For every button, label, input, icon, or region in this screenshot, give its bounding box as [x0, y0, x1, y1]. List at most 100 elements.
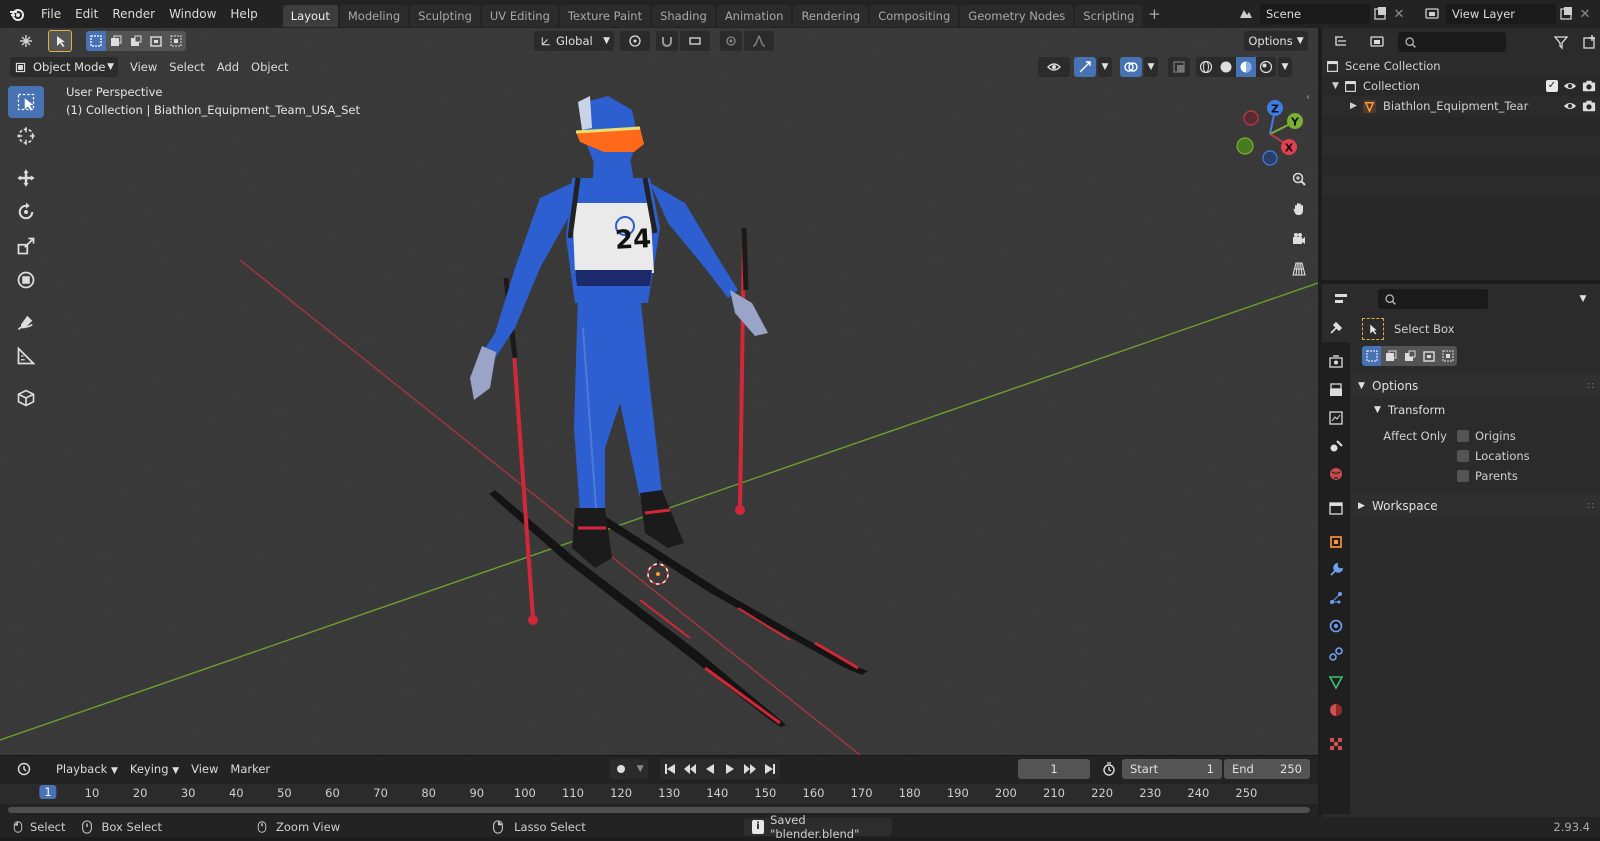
- start-frame-field[interactable]: Start 1: [1122, 759, 1222, 779]
- viewport-menu-select[interactable]: Select: [163, 57, 210, 77]
- properties-search-input[interactable]: [1378, 289, 1488, 309]
- transform-orientation-dropdown[interactable]: Global ▼: [534, 31, 614, 51]
- editor-type-selector[interactable]: [8, 31, 44, 51]
- preview-range-icon[interactable]: [1098, 759, 1120, 779]
- options-panel-header[interactable]: ▼ Options ∷: [1352, 374, 1600, 398]
- outliner-row-scene-collection[interactable]: Scene Collection: [1322, 56, 1600, 76]
- scene-name-field[interactable]: Scene: [1260, 4, 1370, 24]
- tool-measure[interactable]: [8, 340, 44, 372]
- new-view-layer-icon[interactable]: [1556, 4, 1576, 24]
- properties-options-dropdown[interactable]: ▼: [1572, 289, 1594, 309]
- tab-geometry-nodes[interactable]: Geometry Nodes: [960, 4, 1074, 27]
- tab-world[interactable]: [1322, 460, 1350, 488]
- tab-particles[interactable]: [1322, 584, 1350, 612]
- tab-compositing[interactable]: Compositing: [870, 4, 959, 27]
- gizmo-toggle[interactable]: [1074, 57, 1096, 77]
- camera-icon[interactable]: [1582, 79, 1596, 93]
- tab-layout[interactable]: Layout: [282, 4, 338, 27]
- auto-keying-toggle[interactable]: [610, 759, 633, 779]
- object-mode-dropdown[interactable]: Object Mode ▼: [10, 57, 118, 77]
- view-layer-selector[interactable]: View Layer ✕: [1418, 4, 1594, 24]
- tab-output[interactable]: [1322, 376, 1350, 404]
- tab-modifiers[interactable]: [1322, 556, 1350, 584]
- overlays-dropdown-icon[interactable]: ▼: [1144, 57, 1158, 77]
- expand-arrow-icon[interactable]: ▶: [1350, 101, 1362, 111]
- status-message[interactable]: i Saved "blender.blend": [743, 813, 892, 841]
- proportional-edit-toggle[interactable]: [720, 31, 742, 51]
- tab-uv-editing[interactable]: UV Editing: [481, 4, 558, 27]
- tool-mode-new-icon[interactable]: [1362, 346, 1381, 366]
- tab-shading[interactable]: Shading: [652, 4, 715, 27]
- viewport-menu-add[interactable]: Add: [211, 57, 245, 77]
- perspective-toggle-icon[interactable]: [1285, 255, 1313, 283]
- view-layer-name-field[interactable]: View Layer: [1446, 4, 1556, 24]
- select-tool-icon[interactable]: [48, 30, 72, 52]
- display-mode-dropdown[interactable]: [1362, 32, 1392, 52]
- tab-data[interactable]: [1322, 668, 1350, 696]
- timeline-menu-playback[interactable]: Playback ▼: [50, 759, 124, 779]
- tool-mode-extend-icon[interactable]: [1381, 346, 1400, 366]
- menu-render[interactable]: Render: [105, 0, 162, 28]
- timeline-menu-marker[interactable]: Marker: [224, 759, 276, 779]
- jump-end-icon[interactable]: [760, 759, 781, 779]
- tool-move[interactable]: [8, 162, 44, 194]
- delete-view-layer-icon[interactable]: ✕: [1576, 4, 1594, 24]
- tool-mode-difference-icon[interactable]: [1419, 346, 1438, 366]
- sidebar-toggle-icon[interactable]: ‹: [1306, 92, 1318, 108]
- tab-constraints[interactable]: [1322, 640, 1350, 668]
- delete-scene-icon[interactable]: ✕: [1390, 4, 1408, 24]
- visibility-dropdown[interactable]: [1038, 57, 1070, 77]
- outliner-search-input[interactable]: [1398, 32, 1506, 52]
- tool-select-box[interactable]: [8, 86, 44, 118]
- select-mode-group[interactable]: [86, 31, 186, 51]
- scene-icon[interactable]: [1232, 4, 1260, 24]
- jump-keyframe-back-icon[interactable]: [680, 759, 701, 779]
- menu-window[interactable]: Window: [162, 0, 223, 28]
- select-mode-extend-icon[interactable]: [106, 31, 126, 51]
- pivot-point-dropdown[interactable]: [620, 31, 650, 51]
- tool-add-cube[interactable]: [8, 382, 44, 414]
- properties-editor-type[interactable]: [1326, 289, 1356, 309]
- outliner-row-collection[interactable]: ▼ Collection ✓: [1322, 76, 1600, 96]
- jump-start-icon[interactable]: [660, 759, 681, 779]
- tab-physics[interactable]: [1322, 612, 1350, 640]
- view-layer-icon[interactable]: [1418, 4, 1446, 24]
- drag-handle-icon[interactable]: ∷: [1588, 501, 1594, 512]
- gizmo-dropdown-icon[interactable]: ▼: [1098, 57, 1112, 77]
- transform-subpanel-header[interactable]: ▼ Transform: [1352, 398, 1600, 422]
- blender-logo-icon[interactable]: [0, 0, 34, 28]
- tab-scripting[interactable]: Scripting: [1075, 4, 1143, 27]
- eye-icon[interactable]: [1563, 99, 1577, 113]
- current-frame-field[interactable]: 1: [1018, 759, 1090, 779]
- tool-transform[interactable]: [8, 264, 44, 296]
- timeline-menu-keying[interactable]: Keying ▼: [124, 759, 185, 779]
- select-mode-subtract-icon[interactable]: [126, 31, 146, 51]
- keying-dropdown-icon[interactable]: ▼: [632, 759, 649, 779]
- camera-view-icon[interactable]: [1285, 225, 1313, 253]
- xray-toggle[interactable]: [1168, 57, 1190, 77]
- menu-help[interactable]: Help: [223, 0, 264, 28]
- shading-mode-group[interactable]: [1196, 57, 1276, 77]
- affect-locations-checkbox[interactable]: Locations: [1457, 446, 1530, 466]
- 3d-viewport[interactable]: 24 Global ▼ Options ▼ Object Mode ▼ View…: [0, 28, 1318, 755]
- outliner-editor-type[interactable]: [1326, 32, 1356, 52]
- tab-texture-paint[interactable]: Texture Paint: [559, 4, 651, 27]
- tab-sculpting[interactable]: Sculpting: [410, 4, 480, 27]
- tab-collection[interactable]: [1322, 494, 1350, 522]
- timeline-editor[interactable]: Playback ▼ Keying ▼ View Marker ▼ 1 Star…: [0, 755, 1318, 817]
- tab-rendering[interactable]: Rendering: [793, 4, 869, 27]
- select-mode-new-icon[interactable]: [86, 31, 106, 51]
- affect-parents-checkbox[interactable]: Parents: [1457, 466, 1530, 486]
- expand-arrow-icon[interactable]: ▼: [1332, 81, 1344, 91]
- tool-mode-group[interactable]: [1362, 346, 1600, 366]
- shading-wireframe-icon[interactable]: [1196, 57, 1216, 77]
- tab-modeling[interactable]: Modeling: [339, 4, 409, 27]
- tab-tool[interactable]: [1322, 314, 1350, 342]
- tab-texture[interactable]: [1322, 730, 1350, 758]
- shading-solid-icon[interactable]: [1216, 57, 1236, 77]
- tool-annotate[interactable]: [8, 306, 44, 338]
- tool-mode-intersect-icon[interactable]: [1438, 346, 1457, 366]
- eye-icon[interactable]: [1563, 79, 1577, 93]
- zoom-view-icon[interactable]: [1285, 165, 1313, 193]
- tab-animation[interactable]: Animation: [716, 4, 792, 27]
